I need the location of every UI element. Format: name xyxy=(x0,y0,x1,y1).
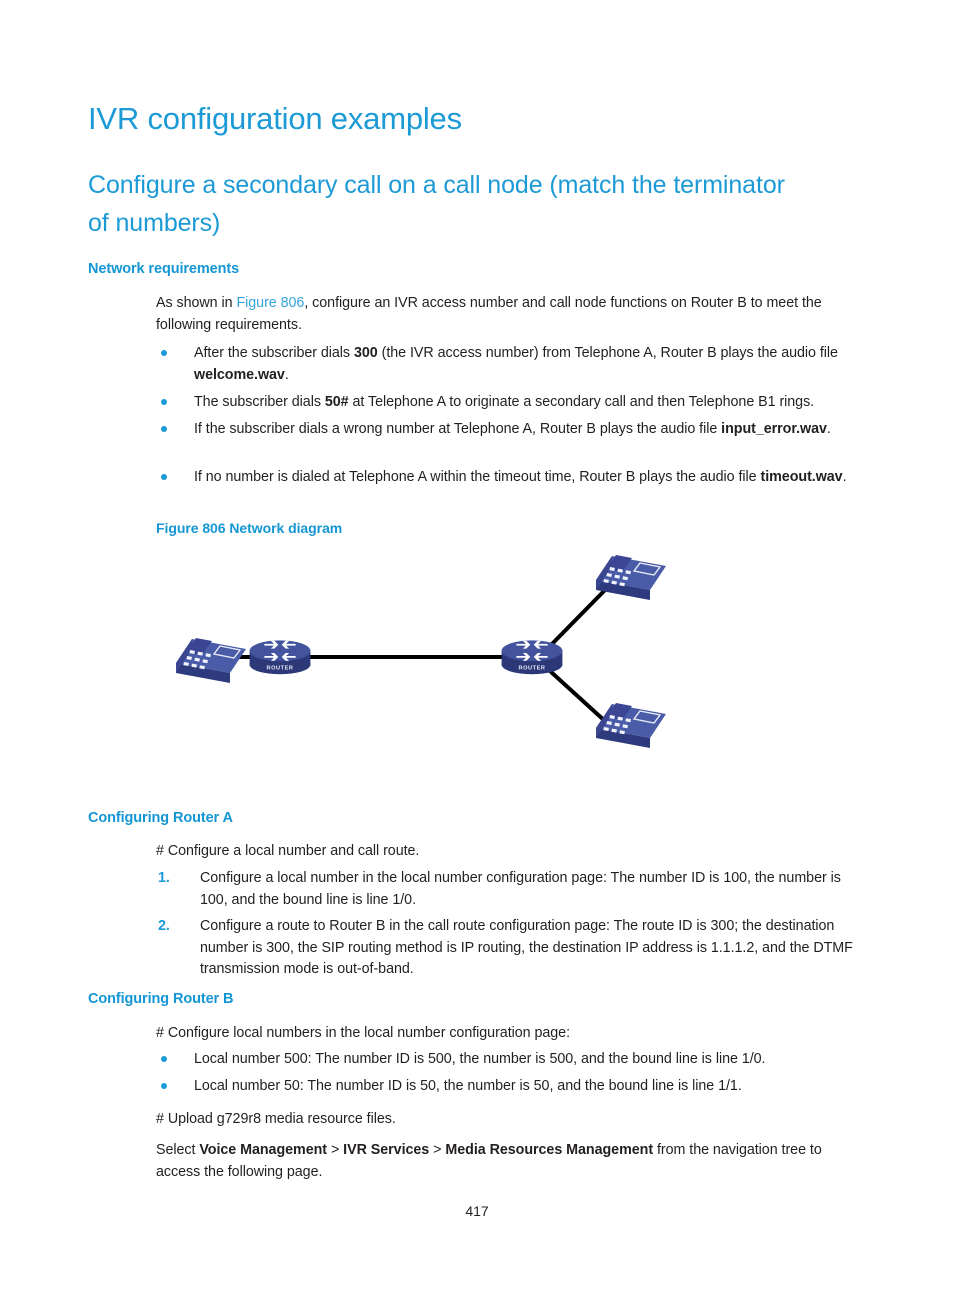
requirement-bullet-1: After the subscriber dials 300 (the IVR … xyxy=(156,343,870,386)
router-a-intro: # Configure a local number and call rout… xyxy=(156,843,420,859)
router-b-upload-note: # Upload g729r8 media resource files. xyxy=(156,1111,396,1127)
bullet-1-part-1: After the subscriber dials xyxy=(194,345,354,361)
bullet-marker-icon xyxy=(161,350,167,356)
router-b-bullet-1: Local number 500: The number ID is 500, … xyxy=(156,1049,870,1071)
requirement-bullet-4-text: If no number is dialed at Telephone A wi… xyxy=(194,467,870,489)
intro-text-pre: As shown in xyxy=(156,295,237,311)
requirement-bullet-4: If no number is dialed at Telephone A wi… xyxy=(156,467,870,489)
bullet-1-part-3: . xyxy=(284,366,289,383)
bullet-3-bold-1: input_error.wav xyxy=(721,421,827,437)
page-title: IVR configuration examples xyxy=(88,101,462,136)
bullet-1-bold-1: 300 xyxy=(353,345,378,361)
requirement-bullet-3-text: If the subscriber dials a wrong number a… xyxy=(194,419,870,441)
router-b-bullet-2: Local number 50: The number ID is 50, th… xyxy=(156,1076,870,1098)
nav-separator-1: > xyxy=(327,1142,344,1158)
link-router-b-telephone-b1 xyxy=(550,588,607,646)
link-router-b-telephone-b2 xyxy=(548,669,608,724)
bullet-4-part-1: If no number is dialed at Telephone A wi… xyxy=(194,469,761,485)
heading-network-requirements: Network requirements xyxy=(88,261,240,277)
select-text-pre: Select xyxy=(156,1142,200,1158)
requirement-bullet-3: If the subscriber dials a wrong number a… xyxy=(156,419,870,441)
router-b-icon xyxy=(501,640,563,675)
figure-806-xref[interactable]: Figure 806 xyxy=(236,295,304,311)
bullet-1-bold-2: welcome.wav xyxy=(194,366,285,383)
section-title: Configure a secondary call on a call nod… xyxy=(88,171,785,237)
router-a-step-1: 1. Configure a local number in the local… xyxy=(156,868,870,911)
router-a-step-2-number: 2. xyxy=(158,918,170,934)
requirement-bullet-2-text: The subscriber dials 50# at Telephone A … xyxy=(194,392,870,414)
router-a-step-1-number: 1. xyxy=(158,870,170,886)
bullet-marker-icon xyxy=(161,1083,167,1089)
bullet-2-part-2: at Telephone A to originate a secondary … xyxy=(348,394,815,410)
bullet-marker-icon xyxy=(161,426,167,432)
bullet-marker-icon xyxy=(161,474,167,480)
bullet-marker-icon xyxy=(161,399,167,405)
telephone-b2-icon xyxy=(595,702,667,749)
router-a-step-1-text: Configure a local number in the local nu… xyxy=(200,870,841,908)
telephone-b1-icon xyxy=(595,554,667,601)
bullet-2-bold-1: 50# xyxy=(324,394,349,410)
bullet-4-part-2: . xyxy=(842,469,847,485)
router-b-bullet-1-text: Local number 500: The number ID is 500, … xyxy=(194,1051,766,1067)
network-requirements-intro: As shown in Figure 806, configure an IVR… xyxy=(156,293,868,336)
router-b-bullet-2-text: Local number 50: The number ID is 50, th… xyxy=(194,1078,742,1094)
nav-separator-2: > xyxy=(429,1142,446,1158)
bullet-2-part-1: The subscriber dials xyxy=(194,394,325,410)
router-a-icon xyxy=(249,640,311,675)
router-a-step-2-text: Configure a route to Router B in the cal… xyxy=(200,918,853,977)
telephone-a-icon xyxy=(175,637,247,684)
nav-path-ivr-services: IVR Services xyxy=(343,1142,430,1158)
requirement-bullet-1-text: After the subscriber dials 300 (the IVR … xyxy=(194,343,870,386)
nav-path-voice-management: Voice Management xyxy=(199,1142,328,1158)
router-b-navigation-instruction: Select Voice Management > IVR Services >… xyxy=(156,1140,868,1183)
network-diagram: ROUTER xyxy=(150,540,710,775)
document-page: IVR configuration examples Configure a s… xyxy=(0,0,954,1296)
nav-path-media-resources-management: Media Resources Management xyxy=(445,1142,654,1158)
bullet-4-bold-1: timeout.wav xyxy=(760,469,843,485)
bullet-marker-icon xyxy=(161,1056,167,1062)
bullet-1-part-2: (the IVR access number) from Telephone A… xyxy=(377,345,838,361)
bullet-3-part-1: If the subscriber dials a wrong number a… xyxy=(194,421,722,437)
requirement-bullet-2: The subscriber dials 50# at Telephone A … xyxy=(156,392,870,414)
heading-configuring-router-a: Configuring Router A xyxy=(88,810,233,826)
heading-configuring-router-b: Configuring Router B xyxy=(88,991,234,1007)
figure-caption: Figure 806 Network diagram xyxy=(156,520,343,536)
bullet-3-part-2: . xyxy=(826,421,831,437)
page-number: 417 xyxy=(465,1203,489,1219)
router-b-intro: # Configure local numbers in the local n… xyxy=(156,1025,570,1041)
router-a-step-2: 2. Configure a route to Router B in the … xyxy=(156,916,870,981)
